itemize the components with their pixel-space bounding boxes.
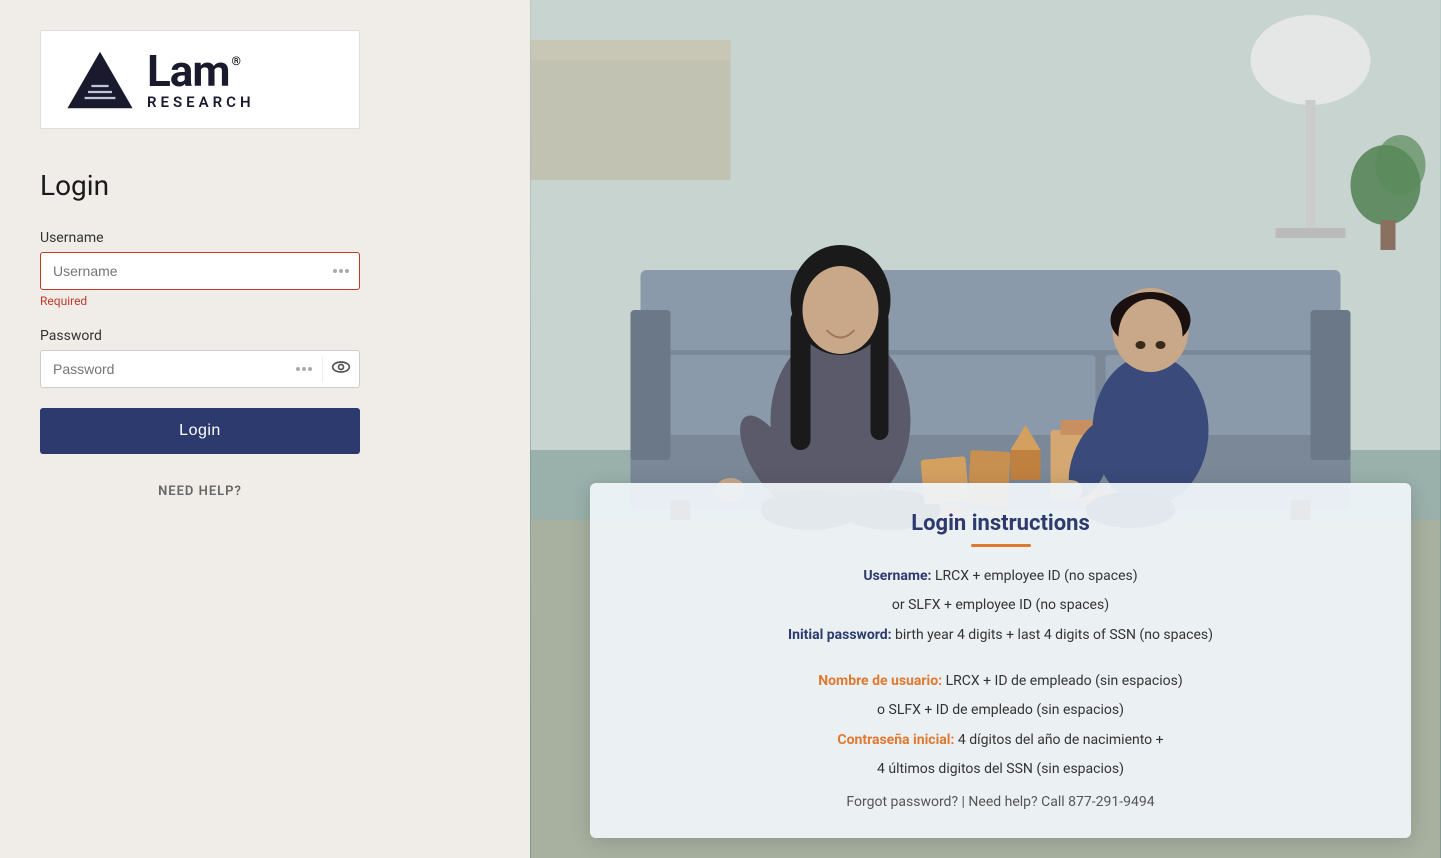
card-username-text2: or SLFX + employee ID (no spaces) — [892, 597, 1109, 613]
logo-text: Lam ® RESEARCH — [147, 49, 255, 110]
password-input[interactable] — [41, 351, 286, 387]
card-contrasena-label: Contraseña inicial: — [837, 732, 954, 748]
background-image: Login instructions Username: LRCX + empl… — [530, 0, 1441, 858]
card-nombre-text2: o SLFX + ID de empleado (sin espacios) — [877, 702, 1124, 718]
logo-triangle-icon — [65, 50, 135, 110]
card-nombre-text: LRCX + ID de empleado (sin espacios) — [946, 673, 1183, 689]
card-username-text: LRCX + employee ID (no spaces) — [935, 568, 1138, 584]
card-username-label: Username: — [863, 568, 931, 584]
card-username-line2: or SLFX + employee ID (no spaces) — [626, 594, 1375, 616]
right-panel: Login instructions Username: LRCX + empl… — [530, 0, 1441, 858]
card-username-line: Username: LRCX + employee ID (no spaces) — [626, 565, 1375, 587]
card-password-text: birth year 4 digits + last 4 digits of S… — [895, 627, 1213, 643]
username-label: Username — [40, 230, 360, 246]
left-panel: Lam ® RESEARCH Login Username Required P… — [0, 0, 530, 858]
username-required-text: Required — [40, 294, 360, 308]
card-contrasena-line2: 4 últimos digitos del SSN (sin espacios) — [626, 758, 1375, 780]
card-nombre-label: Nombre de usuario: — [818, 673, 942, 689]
username-dots-icon[interactable] — [323, 269, 359, 273]
card-nombre-line2: o SLFX + ID de empleado (sin espacios) — [626, 699, 1375, 721]
login-button[interactable]: Login — [40, 408, 360, 454]
password-dots-icon[interactable] — [286, 367, 322, 371]
card-nombre-line: Nombre de usuario: LRCX + ID de empleado… — [626, 670, 1375, 692]
need-help-link[interactable]: NEED HELP? — [40, 484, 360, 499]
card-footer: Forgot password? | Need help? Call 877-2… — [626, 794, 1375, 810]
card-password-label: Initial password: — [788, 627, 892, 643]
password-group: Password — [40, 328, 360, 388]
card-divider — [971, 544, 1031, 547]
logo-registered-symbol: ® — [231, 55, 240, 67]
instruction-card: Login instructions Username: LRCX + empl… — [590, 483, 1411, 838]
logo-box: Lam ® RESEARCH — [40, 30, 360, 129]
card-contrasena-text: 4 dígitos del año de nacimiento + — [958, 732, 1164, 748]
dots-icon — [296, 367, 312, 371]
dots-icon — [333, 269, 349, 273]
password-label: Password — [40, 328, 360, 344]
username-input[interactable] — [41, 253, 323, 289]
logo-lam-label: Lam — [147, 49, 229, 93]
show-password-icon[interactable] — [322, 357, 359, 382]
card-title: Login instructions — [626, 511, 1375, 536]
username-input-wrapper — [40, 252, 360, 290]
card-password-line: Initial password: birth year 4 digits + … — [626, 624, 1375, 646]
card-contrasena-text2: 4 últimos digitos del SSN (sin espacios) — [877, 761, 1124, 777]
password-input-wrapper — [40, 350, 360, 388]
card-contrasena-line: Contraseña inicial: 4 dígitos del año de… — [626, 729, 1375, 751]
login-title: Login — [40, 169, 109, 202]
username-group: Username Required — [40, 230, 360, 308]
logo-research-label: RESEARCH — [147, 95, 255, 110]
